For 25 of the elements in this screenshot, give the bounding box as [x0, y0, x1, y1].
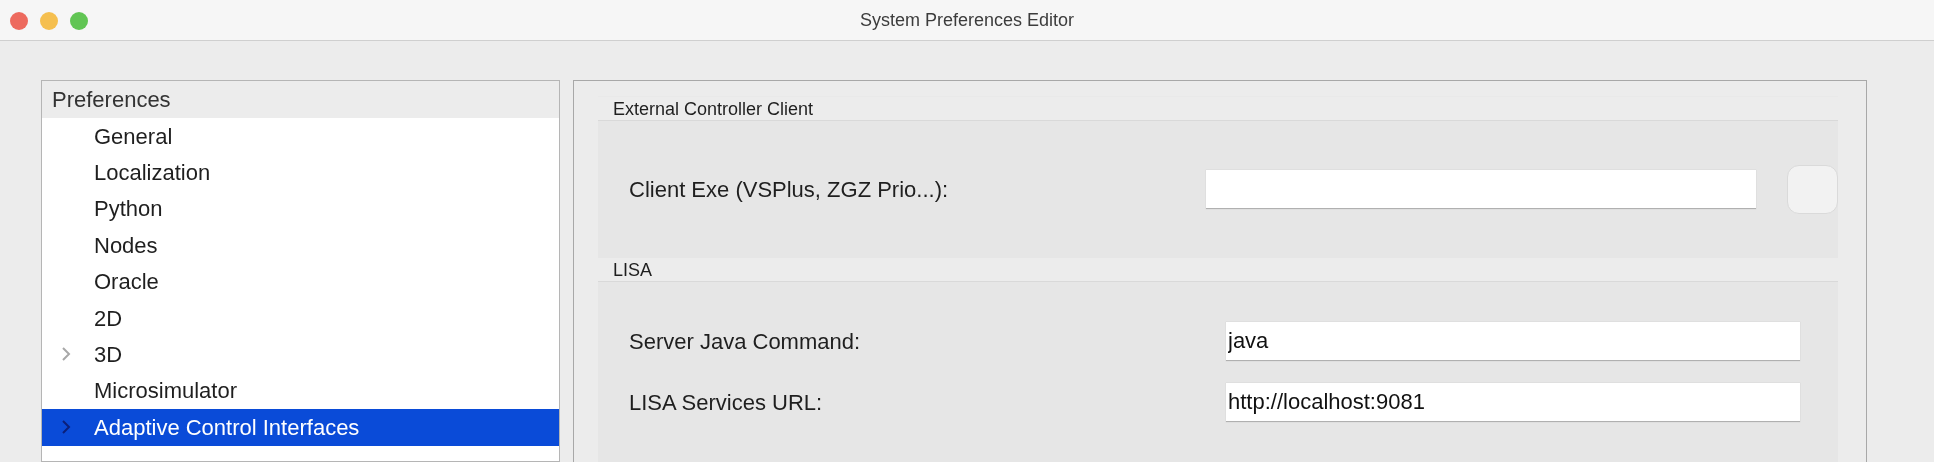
browse-button[interactable]: [1787, 165, 1838, 214]
field-label: Client Exe (VSPlus, ZGZ Prio...):: [629, 176, 950, 204]
tree-item[interactable]: 3D: [42, 336, 559, 373]
tree-item[interactable]: Nodes: [42, 227, 559, 264]
group-title: LISA: [613, 259, 653, 281]
tree-item[interactable]: Adaptive Control Interfaces: [42, 409, 559, 446]
tree-item[interactable]: Microsimulator: [42, 372, 559, 410]
text-field[interactable]: java: [1226, 322, 1800, 361]
zoom-button[interactable]: [70, 12, 88, 30]
tree-item[interactable]: Localization: [42, 154, 559, 191]
tree-item[interactable]: 2D: [42, 299, 559, 337]
minimize-button[interactable]: [40, 12, 58, 30]
field-label: LISA Services URL:: [629, 389, 824, 417]
text-field[interactable]: http://localhost:9081: [1226, 383, 1800, 422]
tree-item[interactable]: Oracle: [42, 263, 559, 300]
chevron-icon[interactable]: [61, 419, 71, 436]
tree-header: Preferences: [42, 81, 559, 118]
group-title: External Controller Client: [613, 98, 814, 120]
field-label: Server Java Command:: [629, 328, 862, 356]
close-button[interactable]: [10, 12, 28, 30]
text-field[interactable]: [1206, 170, 1756, 209]
tree-item[interactable]: Python: [42, 190, 559, 228]
window-title: System Preferences Editor: [859, 8, 1075, 32]
tree-item[interactable]: General: [42, 118, 559, 155]
chevron-icon[interactable]: [61, 346, 71, 363]
